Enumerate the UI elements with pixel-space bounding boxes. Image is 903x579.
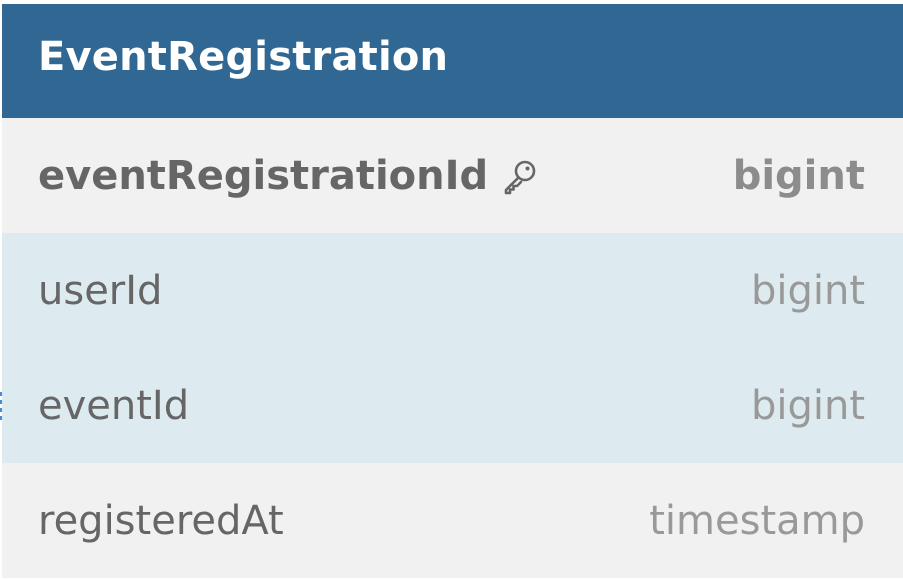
field-name: eventId [38,382,190,429]
field-row-event-registration-id[interactable]: eventRegistrationId bigint [2,118,903,233]
field-row-registered-at[interactable]: registeredAt timestamp [2,463,903,578]
field-type: bigint [750,267,865,314]
field-type: bigint [732,152,865,199]
field-name: registeredAt [38,497,284,544]
field-row-event-id[interactable]: eventId bigint [2,348,903,463]
field-type: timestamp [649,497,865,544]
field-name: eventRegistrationId [38,152,489,199]
field-row-user-id[interactable]: userId bigint [2,233,903,348]
entity-table-event-registration[interactable]: EventRegistration eventRegistrationId bi… [2,4,903,578]
field-name: userId [38,267,163,314]
key-icon [500,157,540,197]
table-header[interactable]: EventRegistration [2,4,903,118]
field-type: bigint [750,382,865,429]
table-title: EventRegistration [38,34,449,80]
